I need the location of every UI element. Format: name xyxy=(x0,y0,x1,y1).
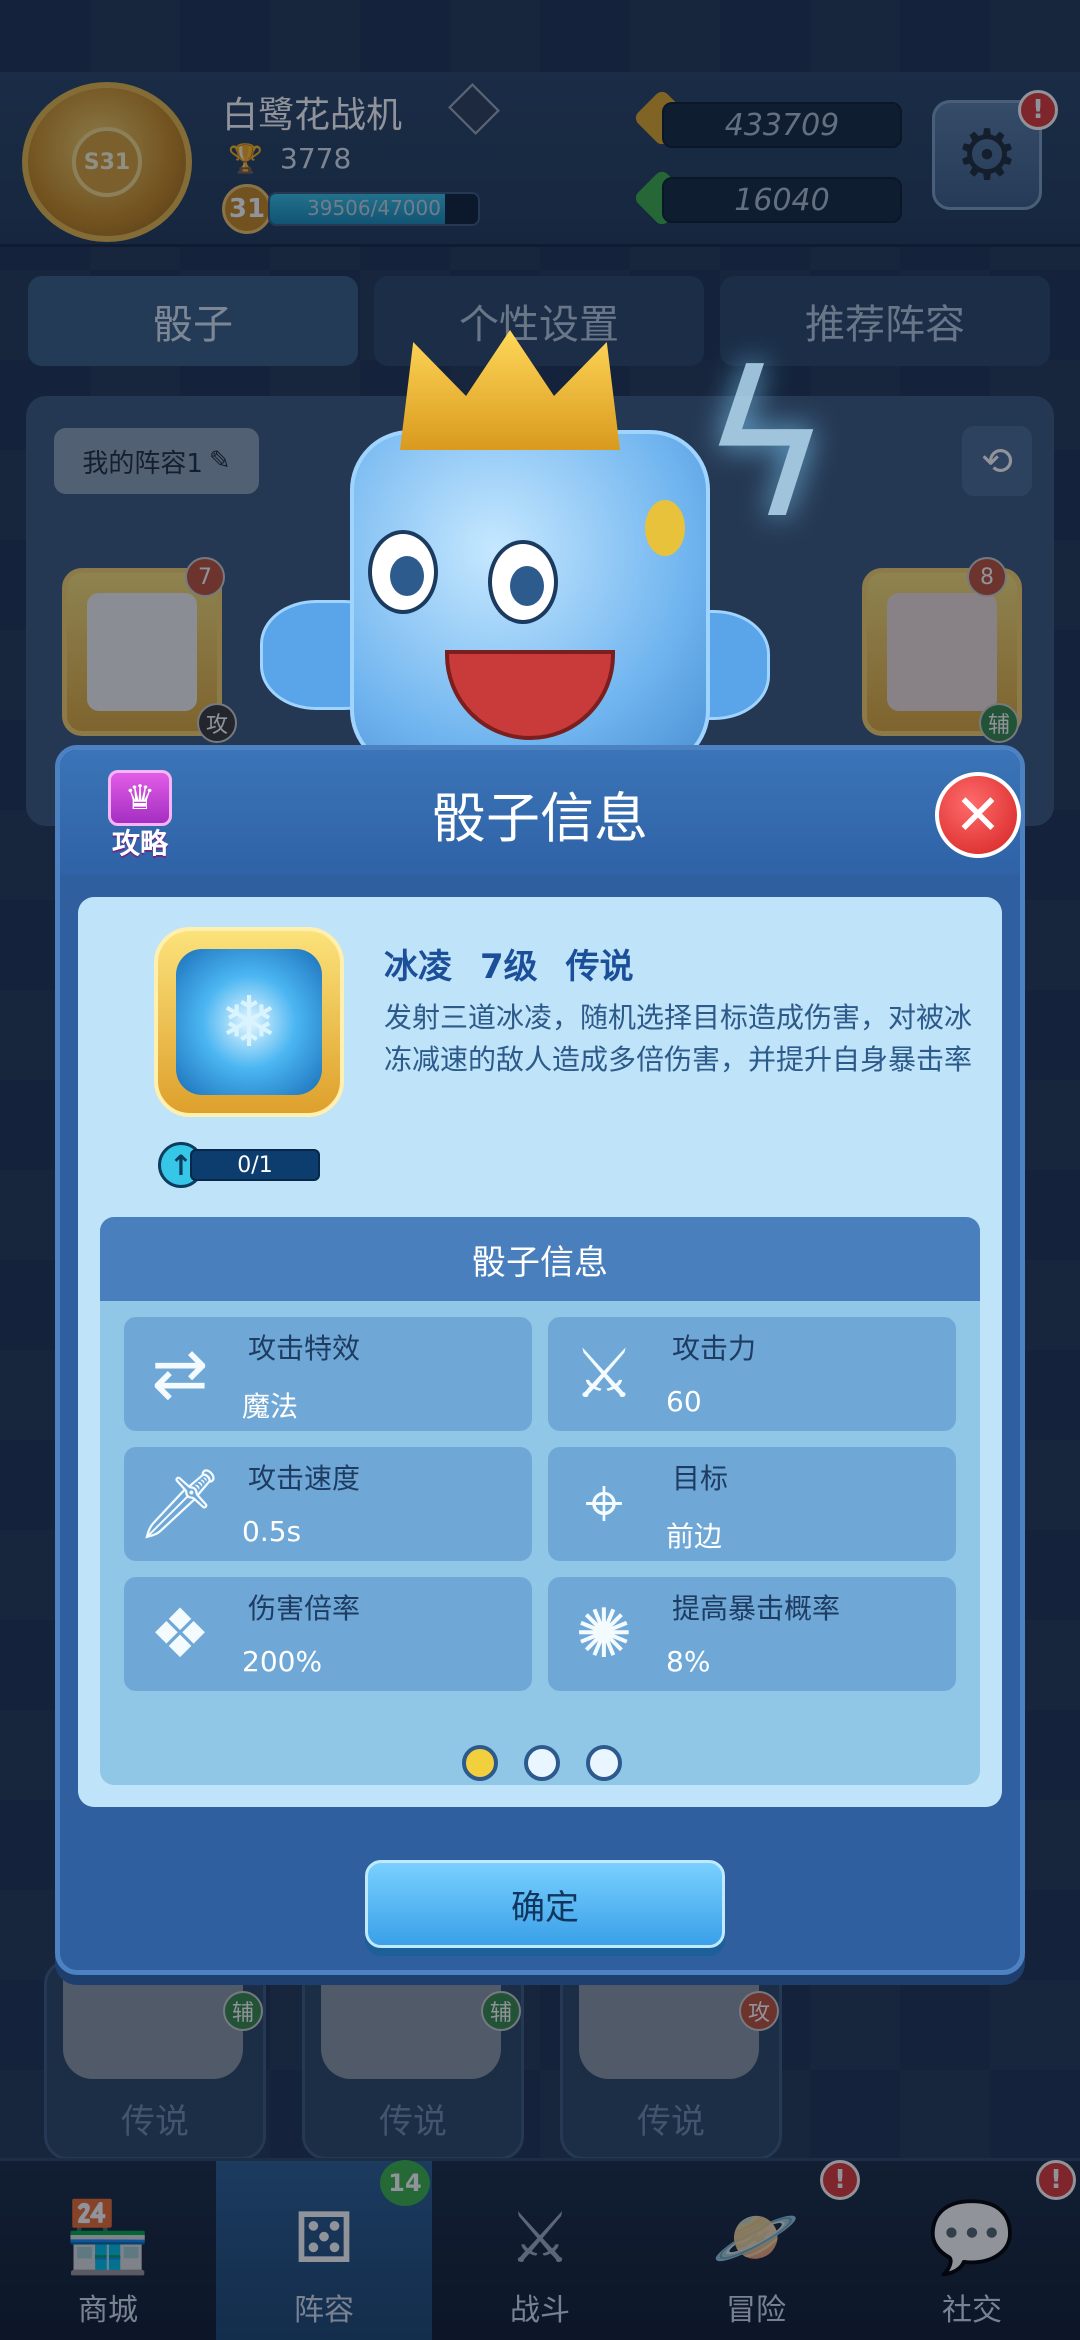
stat-label: 攻击特效 xyxy=(248,1332,361,1365)
close-icon: ✕ xyxy=(954,782,1002,848)
confirm-button[interactable]: 确定 xyxy=(365,1860,725,1948)
crown-icon xyxy=(400,330,620,450)
dice-portrait: ❄ xyxy=(154,927,344,1117)
stat-target: ⌖ 目标 前边 xyxy=(548,1447,956,1561)
stats-title: 骰子信息 xyxy=(100,1217,980,1301)
stat-attack-power: ⚔ 攻击力 60 xyxy=(548,1317,956,1431)
dice-info-modal: ♛ 攻略 骰子信息 ✕ ❄ ↑ 0/1 冰凌 7级 传说 发射三道冰凌，随机选择目标… xyxy=(55,745,1025,1975)
stat-label: 攻击速度 xyxy=(248,1462,361,1495)
ice-crystal-icon: ❄ xyxy=(176,949,322,1095)
ice-crystals-icon: ❖ xyxy=(149,1594,211,1674)
speed-sword-icon: 🗡 xyxy=(136,1465,224,1544)
crosshair-icon: ⌖ xyxy=(584,1464,624,1543)
modal-title: 骰子信息 xyxy=(432,787,648,850)
swap-arrows-icon: ⇄ xyxy=(151,1334,209,1414)
page-indicator-dot[interactable] xyxy=(462,1745,498,1781)
mascot-eye xyxy=(488,540,558,624)
modal-content: ❄ ↑ 0/1 冰凌 7级 传说 发射三道冰凌，随机选择目标造成伤害，对被冰冻减速的… xyxy=(78,897,1002,1807)
mascot-eye xyxy=(368,530,438,614)
stat-value: 魔法 xyxy=(242,1390,299,1423)
stat-attack-effect: ⇄ 攻击特效 魔法 xyxy=(124,1317,532,1431)
stat-label: 伤害倍率 xyxy=(248,1592,361,1625)
stat-value: 前边 xyxy=(666,1520,723,1553)
dice-name: 冰凌 xyxy=(384,947,452,987)
dice-heading: 冰凌 7级 传说 xyxy=(384,939,662,988)
close-button[interactable]: ✕ xyxy=(935,772,1021,858)
mascot-pip xyxy=(645,500,685,556)
dice-level: 7级 xyxy=(480,947,538,987)
stat-value: 8% xyxy=(666,1645,711,1678)
page-indicator-dot[interactable] xyxy=(586,1745,622,1781)
ice-lightning-effect: ϟ xyxy=(700,330,832,563)
dice-description: 发射三道冰凌，随机选择目标造成伤害，对被冰冻减速的敌人造成多倍伤害，并提升自身暴… xyxy=(384,1001,973,1076)
stat-label: 攻击力 xyxy=(672,1332,757,1365)
stat-label: 提高暴击概率 xyxy=(672,1592,841,1625)
stat-value: 200% xyxy=(242,1645,323,1678)
broken-sword-icon: ⚔ xyxy=(573,1334,635,1414)
stat-crit-chance: ✺ 提高暴击概率 8% xyxy=(548,1577,956,1691)
stat-damage-multiplier: ❖ 伤害倍率 200% xyxy=(124,1577,532,1691)
stat-label: 目标 xyxy=(672,1462,729,1495)
page-indicator-dot[interactable] xyxy=(524,1745,560,1781)
stat-value: 60 xyxy=(666,1385,702,1418)
stats-panel[interactable]: 骰子信息 ⇄ 攻击特效 魔法 ⚔ 攻击力 60 🗡 攻击速度 0.5s ⌖ 目标… xyxy=(100,1217,980,1785)
crystal-burst-icon: ✺ xyxy=(575,1594,633,1674)
dice-rarity: 传说 xyxy=(565,947,634,987)
stat-attack-speed: 🗡 攻击速度 0.5s xyxy=(124,1447,532,1561)
stat-value: 0.5s xyxy=(242,1515,302,1548)
upgrade-progress: 0/1 xyxy=(190,1149,320,1181)
